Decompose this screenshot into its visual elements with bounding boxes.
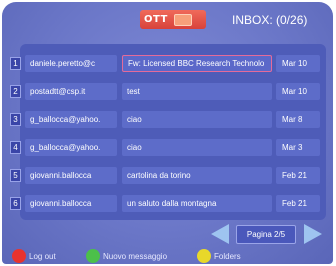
- inbox-title: INBOX: (0/26): [232, 13, 308, 27]
- message-subject[interactable]: Fw: Licensed BBC Research Technolo: [122, 55, 272, 72]
- message-sender[interactable]: g_ballocca@yahoo.: [25, 111, 117, 128]
- message-sender[interactable]: g_ballocca@yahoo.: [25, 139, 117, 156]
- pagination: Pagina 2/5: [2, 222, 333, 246]
- message-date: Mar 3: [276, 139, 320, 156]
- yellow-key-icon: [197, 249, 211, 263]
- message-date: Mar 10: [276, 83, 320, 100]
- message-row-5[interactable]: 5 giovanni.ballocca cartolina da torino …: [2, 165, 333, 185]
- message-subject[interactable]: cartolina da torino: [122, 167, 272, 184]
- message-row-6[interactable]: 6 giovanni.ballocca un saluto dalla mont…: [2, 193, 333, 213]
- message-sender[interactable]: daniele.peretto@c: [25, 55, 117, 72]
- logout-label: Log out: [29, 251, 56, 261]
- message-row-3[interactable]: 3 g_ballocca@yahoo. ciao Mar 8: [2, 109, 333, 129]
- new-message-label: Nuovo messaggio: [103, 251, 168, 261]
- message-date: Feb 21: [276, 167, 320, 184]
- new-message-button[interactable]: Nuovo messaggio: [86, 248, 167, 264]
- page-indicator: Pagina 2/5: [236, 225, 296, 244]
- message-row-2[interactable]: 2 postadtt@csp.it test Mar 10: [2, 81, 333, 101]
- prev-page-arrow-icon[interactable]: [211, 224, 229, 244]
- ott-logo: OTT: [140, 10, 206, 29]
- tv-email-screen: OTT INBOX: (0/26) 1 daniele.peretto@c Fw…: [2, 2, 333, 264]
- message-sender[interactable]: giovanni.ballocca: [25, 167, 117, 184]
- message-subject[interactable]: ciao: [122, 139, 272, 156]
- message-date: Mar 10: [276, 55, 320, 72]
- message-row-1[interactable]: 1 daniele.peretto@c Fw: Licensed BBC Res…: [2, 53, 333, 73]
- row-number: 3: [10, 113, 21, 126]
- logout-button[interactable]: Log out: [12, 248, 56, 264]
- message-date: Feb 21: [276, 195, 320, 212]
- logo-text: OTT: [144, 14, 168, 25]
- message-subject[interactable]: un saluto dalla montagna: [122, 195, 272, 212]
- message-sender[interactable]: giovanni.ballocca: [25, 195, 117, 212]
- folders-button[interactable]: Folders: [197, 248, 241, 264]
- footer-actions: Log out Nuovo messaggio Folders: [2, 248, 333, 264]
- header: OTT INBOX: (0/26): [2, 2, 333, 36]
- red-key-icon: [12, 249, 26, 263]
- green-key-icon: [86, 249, 100, 263]
- next-page-arrow-icon[interactable]: [304, 224, 322, 244]
- row-number: 1: [10, 57, 21, 70]
- message-row-4[interactable]: 4 g_ballocca@yahoo. ciao Mar 3: [2, 137, 333, 157]
- folders-label: Folders: [214, 251, 241, 261]
- message-subject[interactable]: test: [122, 83, 272, 100]
- message-date: Mar 8: [276, 111, 320, 128]
- message-subject[interactable]: ciao: [122, 111, 272, 128]
- row-number: 4: [10, 141, 21, 154]
- message-sender[interactable]: postadtt@csp.it: [25, 83, 117, 100]
- logo-badge-icon: [173, 13, 192, 26]
- row-number: 5: [10, 169, 21, 182]
- row-number: 2: [10, 85, 21, 98]
- row-number: 6: [10, 197, 21, 210]
